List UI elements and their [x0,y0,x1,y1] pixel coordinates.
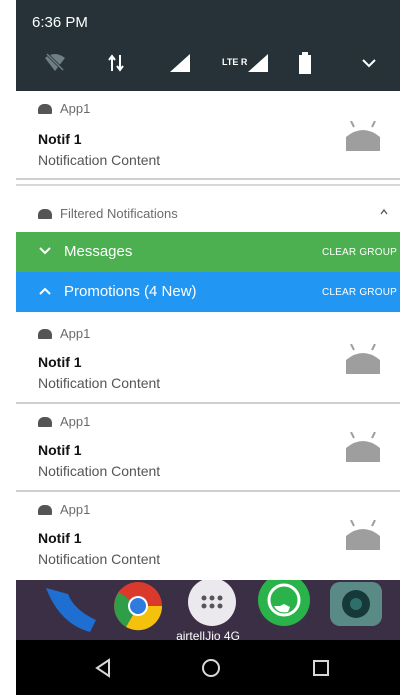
app-name: App1 [60,101,91,116]
group-promotions[interactable]: Promotions (4 New) CLEAR GROUP [16,272,400,312]
notification-title: Notif 1 [38,354,82,370]
expand-chevron-icon[interactable] [358,48,380,78]
android-app-icon [38,208,52,219]
android-robot-icon [346,343,380,379]
android-app-icon [38,103,52,114]
notification-content: Notification Content [38,463,161,479]
lte-signal-icon[interactable]: LTE R [222,48,270,78]
filtered-header: Filtered Notifications [38,206,178,221]
clear-group-button[interactable]: CLEAR GROUP [322,287,397,298]
wifi-off-icon[interactable] [40,48,70,78]
notification-app-header: App1 [38,101,90,116]
phone-screen: 6:36 PM LTE R App1 Notif 1 Notification … [16,0,400,695]
navigation-bar [16,640,400,695]
android-app-icon [38,416,52,427]
notification-app-header: App1 [38,326,90,341]
notification-app-header: App1 [38,502,90,517]
carrier-label: airtel|Jio 4G [176,629,240,640]
android-app-icon [38,504,52,515]
home-screen-peek: airtel|Jio 4G [16,580,400,640]
network-label: LTE R [222,57,248,67]
notification-content: Notification Content [38,152,161,168]
android-robot-icon [346,431,380,467]
clear-group-button[interactable]: CLEAR GROUP [322,247,397,258]
group-messages[interactable]: Messages CLEAR GROUP [16,232,400,272]
app-name: App1 [60,414,91,429]
status-bar: 6:36 PM LTE R [16,0,400,91]
recents-icon[interactable] [310,657,332,679]
battery-icon[interactable] [296,48,314,78]
filtered-notifications-header[interactable]: Filtered Notifications [16,196,400,232]
notification-content: Notification Content [38,375,161,391]
divider [16,184,400,186]
filtered-title: Filtered Notifications [60,206,178,221]
android-robot-icon [346,120,380,156]
collapse-icon[interactable] [380,204,388,218]
notification-card[interactable]: App1 Notif 1 Notification Content [16,312,400,402]
home-icon[interactable] [200,657,222,679]
app-drawer-icon [188,580,236,626]
notification-app-header: App1 [38,414,90,429]
group-name: Promotions (4 New) [64,283,197,300]
signal-icon[interactable] [166,48,194,78]
back-icon[interactable] [92,657,114,679]
notification-title: Notif 1 [38,442,82,458]
notification-card[interactable]: App1 Notif 1 Notification Content [16,91,400,178]
android-app-icon [38,328,52,339]
chevron-up-icon [38,284,54,300]
app-name: App1 [60,326,91,341]
notification-content: Notification Content [38,551,161,567]
status-time: 6:36 PM [32,14,88,31]
app-name: App1 [60,502,91,517]
notification-title: Notif 1 [38,530,82,546]
data-arrows-icon[interactable] [104,48,128,78]
quick-settings-row: LTE R [16,48,400,78]
group-name: Messages [64,243,133,260]
chevron-down-icon [38,244,54,260]
notification-card[interactable]: App1 Notif 1 Notification Content [16,404,400,490]
notification-title: Notif 1 [38,131,82,147]
android-robot-icon [346,519,380,555]
divider [16,178,400,180]
notification-card[interactable]: App1 Notif 1 Notification Content [16,492,400,580]
